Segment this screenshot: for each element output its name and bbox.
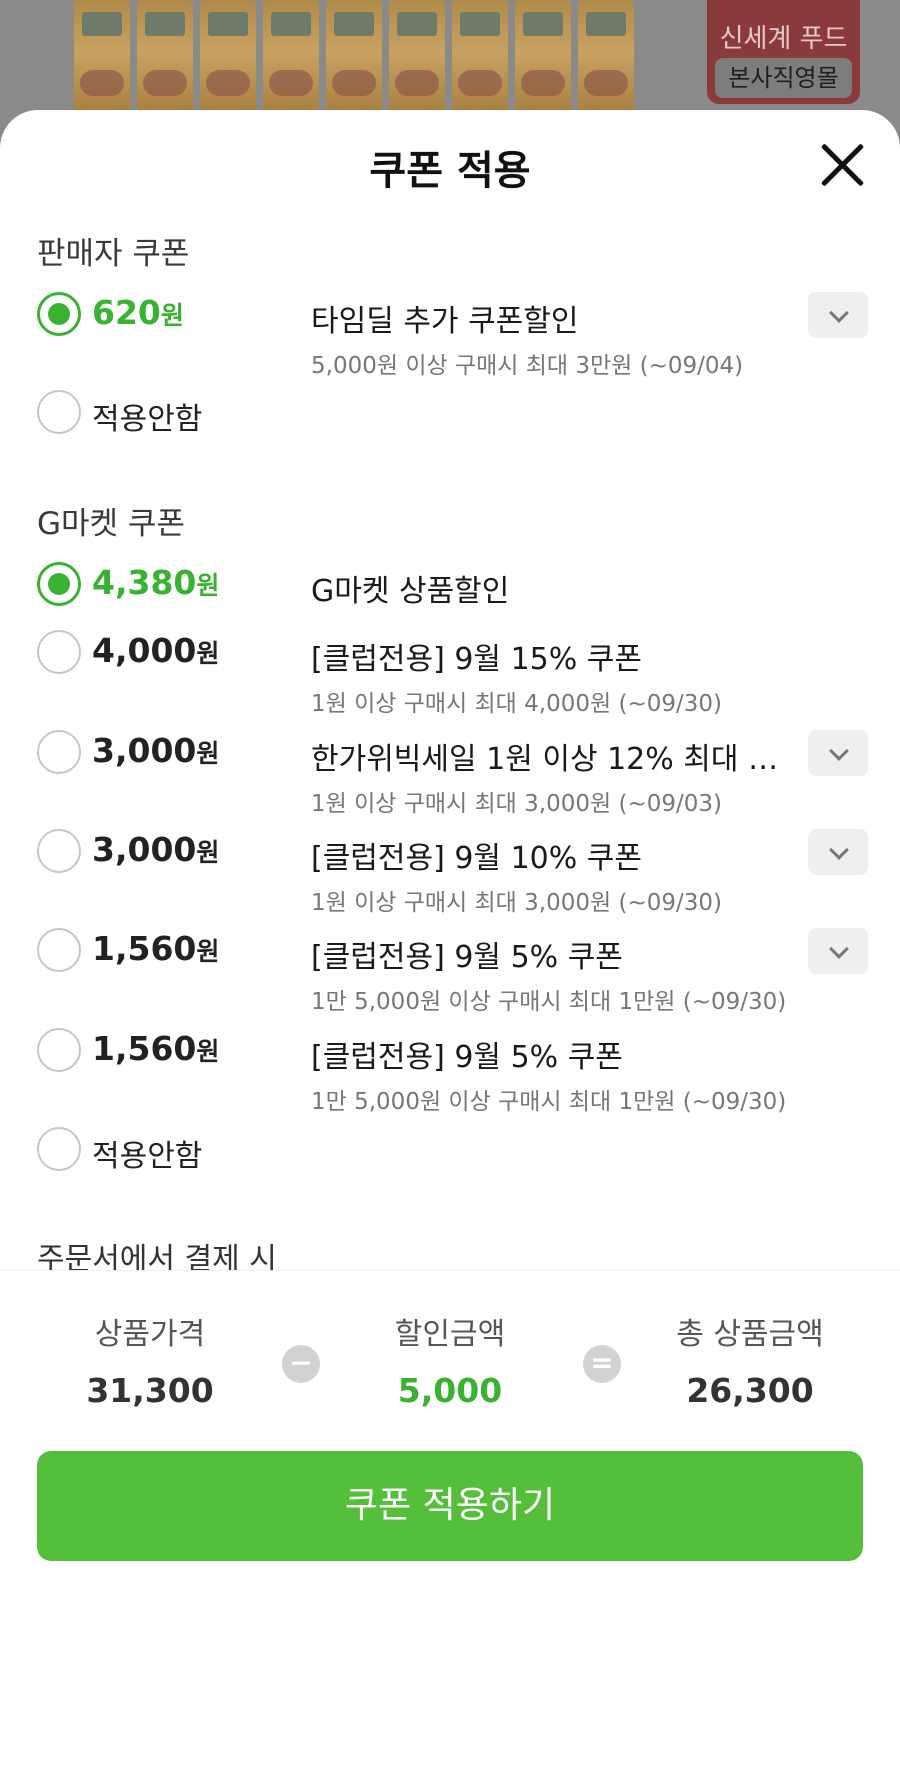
sheet-title: 쿠폰 적용 <box>369 148 531 194</box>
coupon-title: [클럽전용] 9월 5% 쿠폰 <box>311 940 623 975</box>
radio-selected[interactable] <box>37 292 81 336</box>
no-coupon-label: 적용안함 <box>92 402 203 437</box>
price-summary: 상품가격 31,300 − 할인금액 5,000 = 총 상품금액 26,300… <box>0 1270 900 1612</box>
gmarket-no-coupon-row[interactable]: 적용안함 <box>0 1127 900 1187</box>
gmarket-coupon-row[interactable]: 3,000원 한가위빅세일 1원 이상 12% 최대 3... 1원 이상 구매… <box>0 730 900 817</box>
apply-coupon-button[interactable]: 쿠폰 적용하기 <box>37 1451 863 1561</box>
no-coupon-label: 적용안함 <box>92 1139 203 1174</box>
coupon-condition: 5,000원 이상 구매시 최대 3만원 (~09/04) <box>311 353 744 379</box>
discount-label: 할인금액 <box>394 1317 506 1352</box>
brand-name: 신세계 푸드 <box>719 24 848 54</box>
coupon-title: [클럽전용] 9월 5% 쿠폰 <box>311 1040 623 1075</box>
coupon-condition: 1만 5,000원 이상 구매시 최대 1만원 (~09/30) <box>311 989 787 1015</box>
radio-unselected[interactable] <box>37 390 81 434</box>
discount-value: 5,000 <box>397 1371 503 1410</box>
coupon-amount: 1,560원 <box>92 1029 220 1068</box>
gmarket-coupon-row[interactable]: 1,560원 [클럽전용] 9월 5% 쿠폰 1만 5,000원 이상 구매시 … <box>0 1028 900 1115</box>
radio-unselected[interactable] <box>37 730 81 774</box>
discount-summary: 할인금액 5,000 <box>330 1309 570 1410</box>
coupon-title: [클럽전용] 9월 15% 쿠폰 <box>311 642 642 677</box>
coupon-title: G마켓 상품할인 <box>311 574 510 609</box>
minus-icon: − <box>282 1345 320 1383</box>
chevron-down-icon[interactable] <box>808 829 868 875</box>
radio-unselected[interactable] <box>37 1127 81 1171</box>
total-summary: 총 상품금액 26,300 <box>630 1309 870 1410</box>
chevron-down-icon[interactable] <box>808 292 868 338</box>
brand-logo: 신세계 푸드 본사직영몰 <box>707 0 860 104</box>
product-price-summary: 상품가격 31,300 <box>30 1309 270 1410</box>
coupon-title: [클럽전용] 9월 10% 쿠폰 <box>311 841 642 876</box>
radio-unselected[interactable] <box>37 829 81 873</box>
product-packages-image <box>74 0 641 120</box>
seller-coupon-title: 판매자 쿠폰 <box>37 236 190 272</box>
total-value: 26,300 <box>686 1371 814 1410</box>
coupon-amount: 1,560원 <box>92 929 220 968</box>
coupon-amount: 3,000원 <box>92 731 220 770</box>
close-icon[interactable] <box>818 140 868 190</box>
product-price-value: 31,300 <box>86 1371 214 1410</box>
radio-unselected[interactable] <box>37 1028 81 1072</box>
coupon-title: 한가위빅세일 1원 이상 12% 최대 3... <box>311 742 791 777</box>
brand-store-label: 본사직영몰 <box>715 58 852 98</box>
total-label: 총 상품금액 <box>676 1317 824 1352</box>
coupon-amount: 4,380원 <box>92 563 220 602</box>
gmarket-coupon-row[interactable]: 4,000원 [클럽전용] 9월 15% 쿠폰 1원 이상 구매시 최대 4,0… <box>0 630 900 717</box>
coupon-amount: 3,000원 <box>92 830 220 869</box>
radio-unselected[interactable] <box>37 630 81 674</box>
coupon-amount: 4,000원 <box>92 631 220 670</box>
equals-icon: = <box>583 1345 621 1383</box>
gmarket-coupon-row[interactable]: 3,000원 [클럽전용] 9월 10% 쿠폰 1원 이상 구매시 최대 3,0… <box>0 829 900 916</box>
gmarket-coupon-title: G마켓 쿠폰 <box>37 506 185 542</box>
gmarket-coupon-row[interactable]: 1,560원 [클럽전용] 9월 5% 쿠폰 1만 5,000원 이상 구매시 … <box>0 928 900 1015</box>
product-price-label: 상품가격 <box>94 1317 206 1352</box>
coupon-amount: 620원 <box>92 293 184 332</box>
radio-unselected[interactable] <box>37 928 81 972</box>
chevron-down-icon[interactable] <box>808 730 868 776</box>
seller-coupon-row[interactable]: 620원 타임딜 추가 쿠폰할인 5,000원 이상 구매시 최대 3만원 (~… <box>0 292 900 379</box>
coupon-condition: 1원 이상 구매시 최대 4,000원 (~09/30) <box>311 691 722 717</box>
radio-selected[interactable] <box>37 562 81 606</box>
gmarket-coupon-row[interactable]: 4,380원 G마켓 상품할인 <box>0 562 900 622</box>
coupon-condition: 1원 이상 구매시 최대 3,000원 (~09/03) <box>311 791 722 817</box>
coupon-bottom-sheet: 쿠폰 적용 판매자 쿠폰 620원 타임딜 추가 쿠폰할인 5,000원 이상 … <box>0 110 900 1769</box>
chevron-down-icon[interactable] <box>808 928 868 974</box>
coupon-title: 타임딜 추가 쿠폰할인 <box>311 304 579 339</box>
coupon-condition: 1만 5,000원 이상 구매시 최대 1만원 (~09/30) <box>311 1089 787 1115</box>
coupon-condition: 1원 이상 구매시 최대 3,000원 (~09/30) <box>311 890 722 916</box>
seller-no-coupon-row[interactable]: 적용안함 <box>0 390 900 450</box>
